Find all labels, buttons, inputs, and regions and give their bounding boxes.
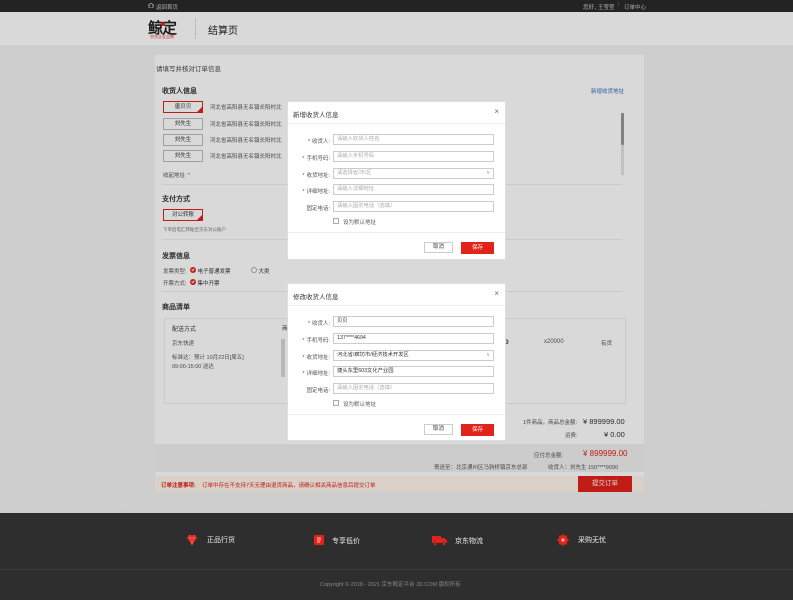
modal-divider (288, 305, 505, 306)
landline-input[interactable]: 请输入固定电话（选填） (333, 383, 494, 394)
consignee-name-input[interactable]: 贝贝 (333, 316, 494, 327)
cancel-button[interactable]: 取消 (424, 242, 453, 253)
field-label: * 详细地址: (302, 371, 330, 377)
modal-title: 修改收货人信息 (293, 294, 339, 301)
chevron-down-icon: ∨ (486, 352, 490, 358)
form-row-landline: 固定电话: 请输入固定电话（选填） (288, 383, 507, 394)
region-select-placeholder: 请选择省/市/区 (337, 170, 372, 176)
cancel-button[interactable]: 取消 (424, 424, 453, 435)
price-tag-icon (313, 534, 325, 546)
default-address-checkbox[interactable] (333, 400, 339, 406)
feature-label: 京东物流 (455, 538, 483, 545)
default-address-label: 设为默认地址 (343, 220, 377, 226)
form-row-detail: * 详细地址: 捷头东里603文化产业园 (288, 366, 507, 377)
copyright-text: Copyright © 2018 - 2021 京东鲸定平台 JD.COM 版权… (320, 582, 461, 588)
region-select-value: 河北省/廊坊市/经济技术开发区 (337, 352, 409, 358)
field-label: * 收货地址: (302, 173, 330, 179)
diamond-icon (186, 534, 198, 546)
truck-icon (432, 534, 448, 546)
form-row-phone: * 手机号码: 请输入手机号码 (288, 151, 507, 162)
feature-label: 专享低价 (332, 538, 360, 545)
field-label: * 手机号码: (302, 338, 330, 344)
close-icon[interactable]: × (494, 107, 499, 116)
site-footer: Copyright © 2018 - 2021 京东鲸定平台 JD.COM 版权… (0, 513, 793, 600)
region-select[interactable]: 河北省/廊坊市/经济技术开发区 ∨ (333, 350, 494, 361)
region-select[interactable]: 请选择省/市/区 ∨ (333, 168, 494, 179)
field-label: * 收货人: (307, 139, 330, 145)
default-address-checkbox[interactable] (333, 218, 339, 224)
field-label: * 详细地址: (302, 189, 330, 195)
edit-consignee-modal: 修改收货人信息 × * 收货人: 贝贝 * 手机号码: 137****4694 * 收… (287, 283, 506, 441)
phone-input[interactable]: 请输入手机号码 (333, 151, 494, 162)
feature-label: 采购无忧 (578, 537, 606, 544)
consignee-name-input[interactable]: 请输入收货人姓名 (333, 134, 494, 145)
form-row-landline: 固定电话: 请输入固定电话（选填） (288, 201, 507, 212)
form-row-name: * 收货人: 贝贝 (288, 316, 507, 327)
detail-address-input[interactable]: 请输入详细地址 (333, 184, 494, 195)
landline-input[interactable]: 请输入固定电话（选填） (333, 201, 494, 212)
service-badge-icon (557, 534, 569, 546)
field-label: * 手机号码: (302, 156, 330, 162)
modal-title: 新增收货人信息 (293, 112, 339, 119)
field-label: 固定电话: (306, 388, 330, 394)
modal-divider (288, 232, 505, 233)
detail-address-input[interactable]: 捷头东里603文化产业园 (333, 366, 494, 377)
chevron-down-icon: ∨ (486, 170, 490, 176)
field-label: * 收货人: (307, 321, 330, 327)
add-consignee-modal: 新增收货人信息 × * 收货人: 请输入收货人姓名 * 手机号码: 请输入手机号码 … (287, 101, 506, 260)
save-button[interactable]: 保存 (461, 242, 494, 254)
save-button[interactable]: 保存 (461, 424, 494, 436)
field-label: * 收货地址: (302, 355, 330, 361)
field-label: 固定电话: (306, 206, 330, 212)
phone-input[interactable]: 137****4694 (333, 333, 494, 344)
form-row-detail: * 详细地址: 请输入详细地址 (288, 184, 507, 195)
feature-label: 正品行货 (207, 537, 235, 544)
default-address-label: 设为默认地址 (343, 402, 377, 408)
modal-divider (288, 123, 505, 124)
form-row-region: * 收货地址: 请选择省/市/区 ∨ (288, 168, 507, 179)
footer-divider (0, 569, 793, 570)
form-row-region: * 收货地址: 河北省/廊坊市/经济技术开发区 ∨ (288, 350, 507, 361)
modal-divider (288, 414, 505, 415)
form-row-phone: * 手机号码: 137****4694 (288, 333, 507, 344)
close-icon[interactable]: × (494, 289, 499, 298)
form-row-name: * 收货人: 请输入收货人姓名 (288, 134, 507, 145)
